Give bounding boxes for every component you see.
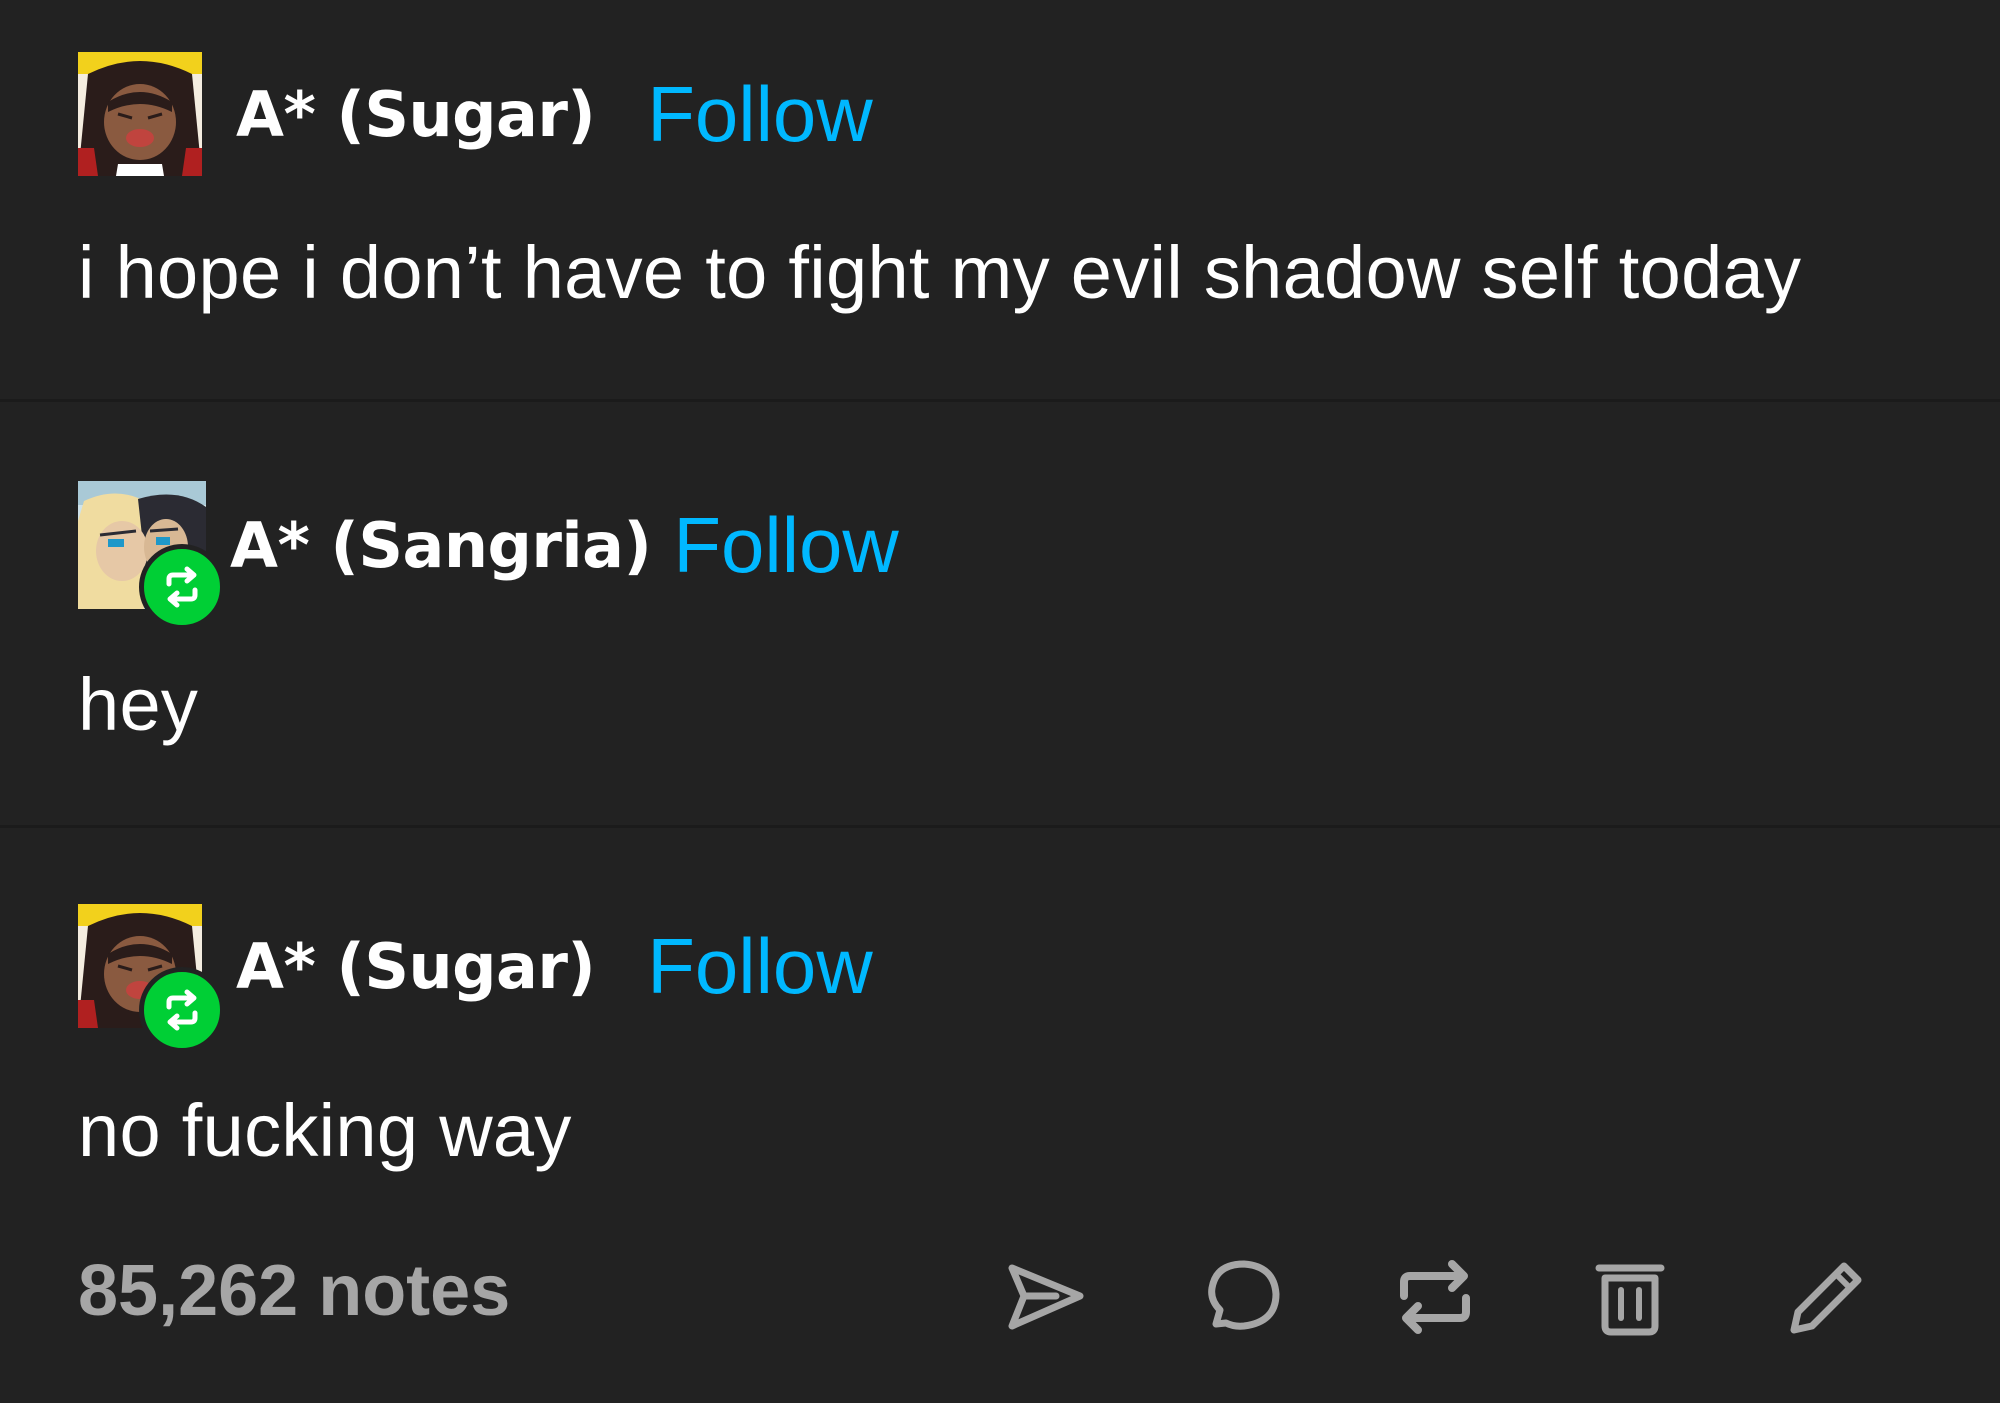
post-header: A* (Sugar) Follow: [78, 904, 873, 1053]
share-button[interactable]: [1000, 1252, 1090, 1342]
reply-button[interactable]: [1196, 1252, 1286, 1342]
notes-count[interactable]: 85,262 notes: [78, 1250, 510, 1332]
edit-button[interactable]: [1780, 1252, 1870, 1342]
post-original: A* (Sugar) Follow i hope i don’t have to…: [0, 0, 2000, 400]
avatar[interactable]: [78, 481, 225, 630]
avatar[interactable]: [78, 904, 225, 1053]
share-icon: [1008, 1264, 1084, 1330]
follow-button[interactable]: Follow: [647, 69, 872, 160]
post-text: i hope i don’t have to fight my evil sha…: [78, 231, 1802, 314]
reblog-button[interactable]: [1390, 1252, 1480, 1342]
reblog-icon: [166, 566, 198, 608]
reblog-badge: [139, 544, 225, 630]
post-text: no fucking way: [78, 1089, 572, 1172]
avatar-sugar-icon: [78, 52, 202, 176]
post-header: A* (Sugar) Follow: [78, 52, 873, 176]
post-header: A* (Sangria) Follow: [78, 481, 899, 630]
edit-icon: [1790, 1262, 1862, 1334]
follow-button[interactable]: Follow: [647, 921, 872, 1012]
follow-button[interactable]: Follow: [673, 500, 898, 591]
post-footer: 85,262 notes: [0, 1230, 2000, 1360]
reblog-badge: [139, 967, 225, 1053]
username[interactable]: A* (Sugar): [236, 78, 596, 151]
reply-icon: [1208, 1260, 1280, 1330]
reblog-icon: [1400, 1260, 1470, 1334]
username[interactable]: A* (Sugar): [236, 930, 596, 1003]
post-text: hey: [78, 663, 199, 746]
reblog-icon: [166, 989, 198, 1031]
delete-button[interactable]: [1585, 1252, 1675, 1342]
delete-icon: [1595, 1264, 1665, 1336]
username[interactable]: A* (Sangria): [230, 509, 652, 582]
avatar[interactable]: [78, 52, 202, 176]
post-reblog: A* (Sangria) Follow hey: [0, 400, 2000, 826]
